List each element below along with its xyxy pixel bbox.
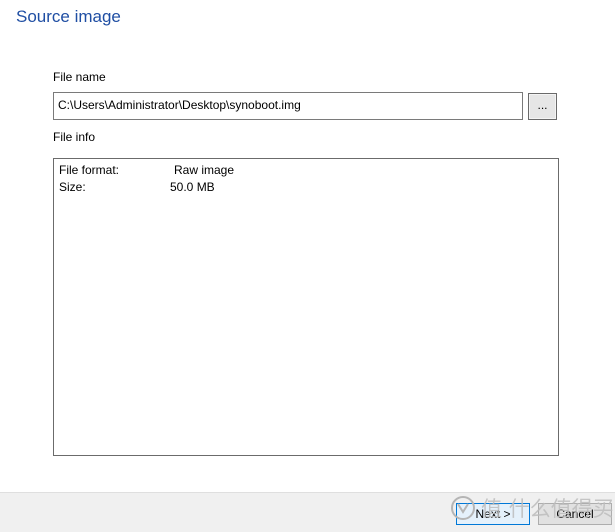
file-info-panel: File format: Raw image Size: 50.0 MB bbox=[53, 158, 559, 456]
file-format-value: Raw image bbox=[174, 163, 235, 177]
file-name-label: File name bbox=[53, 70, 106, 84]
watermark-text: 值 什么值得买 bbox=[481, 497, 614, 521]
page-title: Source image bbox=[16, 7, 121, 26]
watermark-logo: 值 什么值得买 bbox=[451, 496, 614, 521]
browse-button[interactable]: ... bbox=[528, 93, 557, 120]
file-name-field[interactable]: C:\Users\Administrator\Desktop\synoboot.… bbox=[53, 92, 523, 120]
file-size-label: Size: bbox=[59, 180, 86, 194]
file-format-label: File format: bbox=[59, 163, 120, 177]
file-size-value: 50.0 MB bbox=[170, 180, 215, 194]
file-info-label: File info bbox=[53, 130, 96, 144]
